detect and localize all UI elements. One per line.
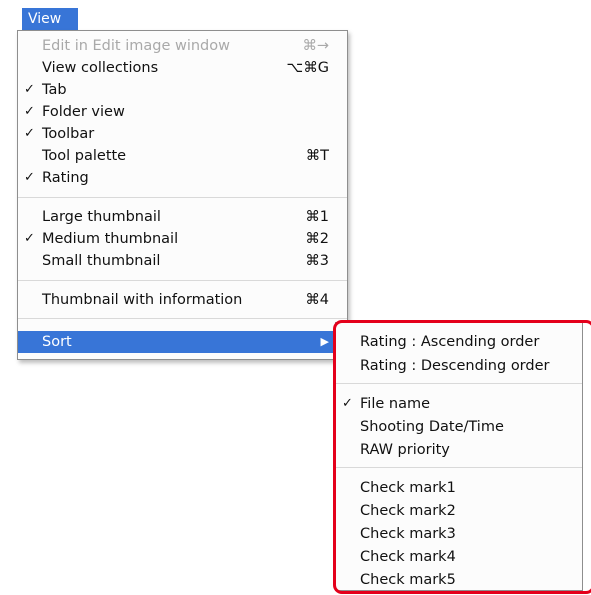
submenu-item-check-mark4[interactable]: Check mark4 — [336, 546, 582, 568]
submenu-item-shooting-date-time[interactable]: Shooting Date/Time — [336, 416, 582, 438]
check-icon: ✓ — [24, 170, 35, 185]
check-icon: ✓ — [342, 396, 353, 411]
menu-item-label: Check mark2 — [360, 503, 456, 519]
menu-item-thumbnail-with-information[interactable]: Thumbnail with information ⌘4 — [18, 289, 347, 311]
menu-item-label: Tool palette — [42, 148, 127, 164]
menu-item-label: Rating : Descending order — [360, 358, 550, 374]
menu-item-label: File name — [360, 396, 430, 412]
menu-item-label: Medium thumbnail — [42, 231, 179, 247]
menu-item-label: Rating — [42, 170, 89, 186]
menu-item-label: Check mark4 — [360, 549, 456, 565]
menu-item-label: Folder view — [42, 104, 125, 120]
menu-item-medium-thumbnail[interactable]: ✓ Medium thumbnail ⌘2 — [18, 228, 347, 250]
shortcut-label: ⌘T — [305, 148, 329, 164]
menu-item-sort[interactable]: Sort ▶ — [18, 331, 347, 353]
menu-item-label: Rating : Ascending order — [360, 334, 540, 350]
menu-item-view-collections[interactable]: View collections ⌥⌘G — [18, 57, 347, 79]
menu-item-folder-view[interactable]: ✓ Folder view — [18, 101, 347, 123]
menu-item-label: Sort — [42, 334, 72, 350]
menu-item-toolbar[interactable]: ✓ Toolbar — [18, 123, 347, 145]
menu-item-label: View collections — [42, 60, 159, 76]
menu-item-label: Thumbnail with information — [42, 292, 243, 308]
menu-item-label: Toolbar — [42, 126, 95, 142]
menu-item-label: Small thumbnail — [42, 253, 161, 269]
menu-item-large-thumbnail[interactable]: Large thumbnail ⌘1 — [18, 206, 347, 228]
submenu-item-file-name[interactable]: ✓ File name — [336, 393, 582, 415]
menu-separator — [336, 467, 582, 468]
menu-item-label: Edit in Edit image window — [42, 38, 230, 54]
menu-item-label: Shooting Date/Time — [360, 419, 504, 435]
menu-item-label: Tab — [42, 82, 67, 98]
menu-item-label: RAW priority — [360, 442, 450, 458]
submenu-item-check-mark2[interactable]: Check mark2 — [336, 500, 582, 522]
menu-item-label: Check mark5 — [360, 572, 456, 588]
menu-item-rating[interactable]: ✓ Rating — [18, 167, 347, 189]
menu-title-view[interactable]: View — [22, 8, 78, 30]
check-icon: ✓ — [24, 126, 35, 141]
check-icon: ✓ — [24, 231, 35, 246]
check-icon: ✓ — [24, 104, 35, 119]
submenu-item-raw-priority[interactable]: RAW priority — [336, 439, 582, 461]
shortcut-label: ⌘1 — [305, 209, 329, 225]
submenu-arrow-icon: ▶ — [320, 335, 329, 348]
shortcut-label: ⌘2 — [305, 231, 329, 247]
menu-item-label: Check mark3 — [360, 526, 456, 542]
submenu-item-rating-descending[interactable]: Rating : Descending order — [336, 355, 582, 377]
submenu-item-check-mark5[interactable]: Check mark5 — [336, 569, 582, 591]
shortcut-label: ⌘→ — [302, 38, 329, 54]
submenu-item-rating-ascending[interactable]: Rating : Ascending order — [336, 331, 582, 353]
view-menu: Edit in Edit image window ⌘→ View collec… — [17, 30, 348, 360]
menu-separator — [18, 318, 347, 319]
submenu-item-check-mark3[interactable]: Check mark3 — [336, 523, 582, 545]
shortcut-label: ⌥⌘G — [286, 60, 329, 76]
shortcut-label: ⌘3 — [305, 253, 329, 269]
sort-submenu: Rating : Ascending order Rating : Descen… — [335, 322, 583, 591]
submenu-item-check-mark1[interactable]: Check mark1 — [336, 477, 582, 499]
menu-item-tool-palette[interactable]: Tool palette ⌘T — [18, 145, 347, 167]
menu-separator — [18, 280, 347, 281]
menu-separator — [336, 383, 582, 384]
menu-item-edit-in-edit-image-window[interactable]: Edit in Edit image window ⌘→ — [18, 35, 347, 57]
menu-separator — [18, 197, 347, 198]
shortcut-label: ⌘4 — [305, 292, 329, 308]
check-icon: ✓ — [24, 82, 35, 97]
menu-item-label: Large thumbnail — [42, 209, 161, 225]
menu-item-label: Check mark1 — [360, 480, 456, 496]
menu-item-small-thumbnail[interactable]: Small thumbnail ⌘3 — [18, 250, 347, 272]
menu-item-tab[interactable]: ✓ Tab — [18, 79, 347, 101]
